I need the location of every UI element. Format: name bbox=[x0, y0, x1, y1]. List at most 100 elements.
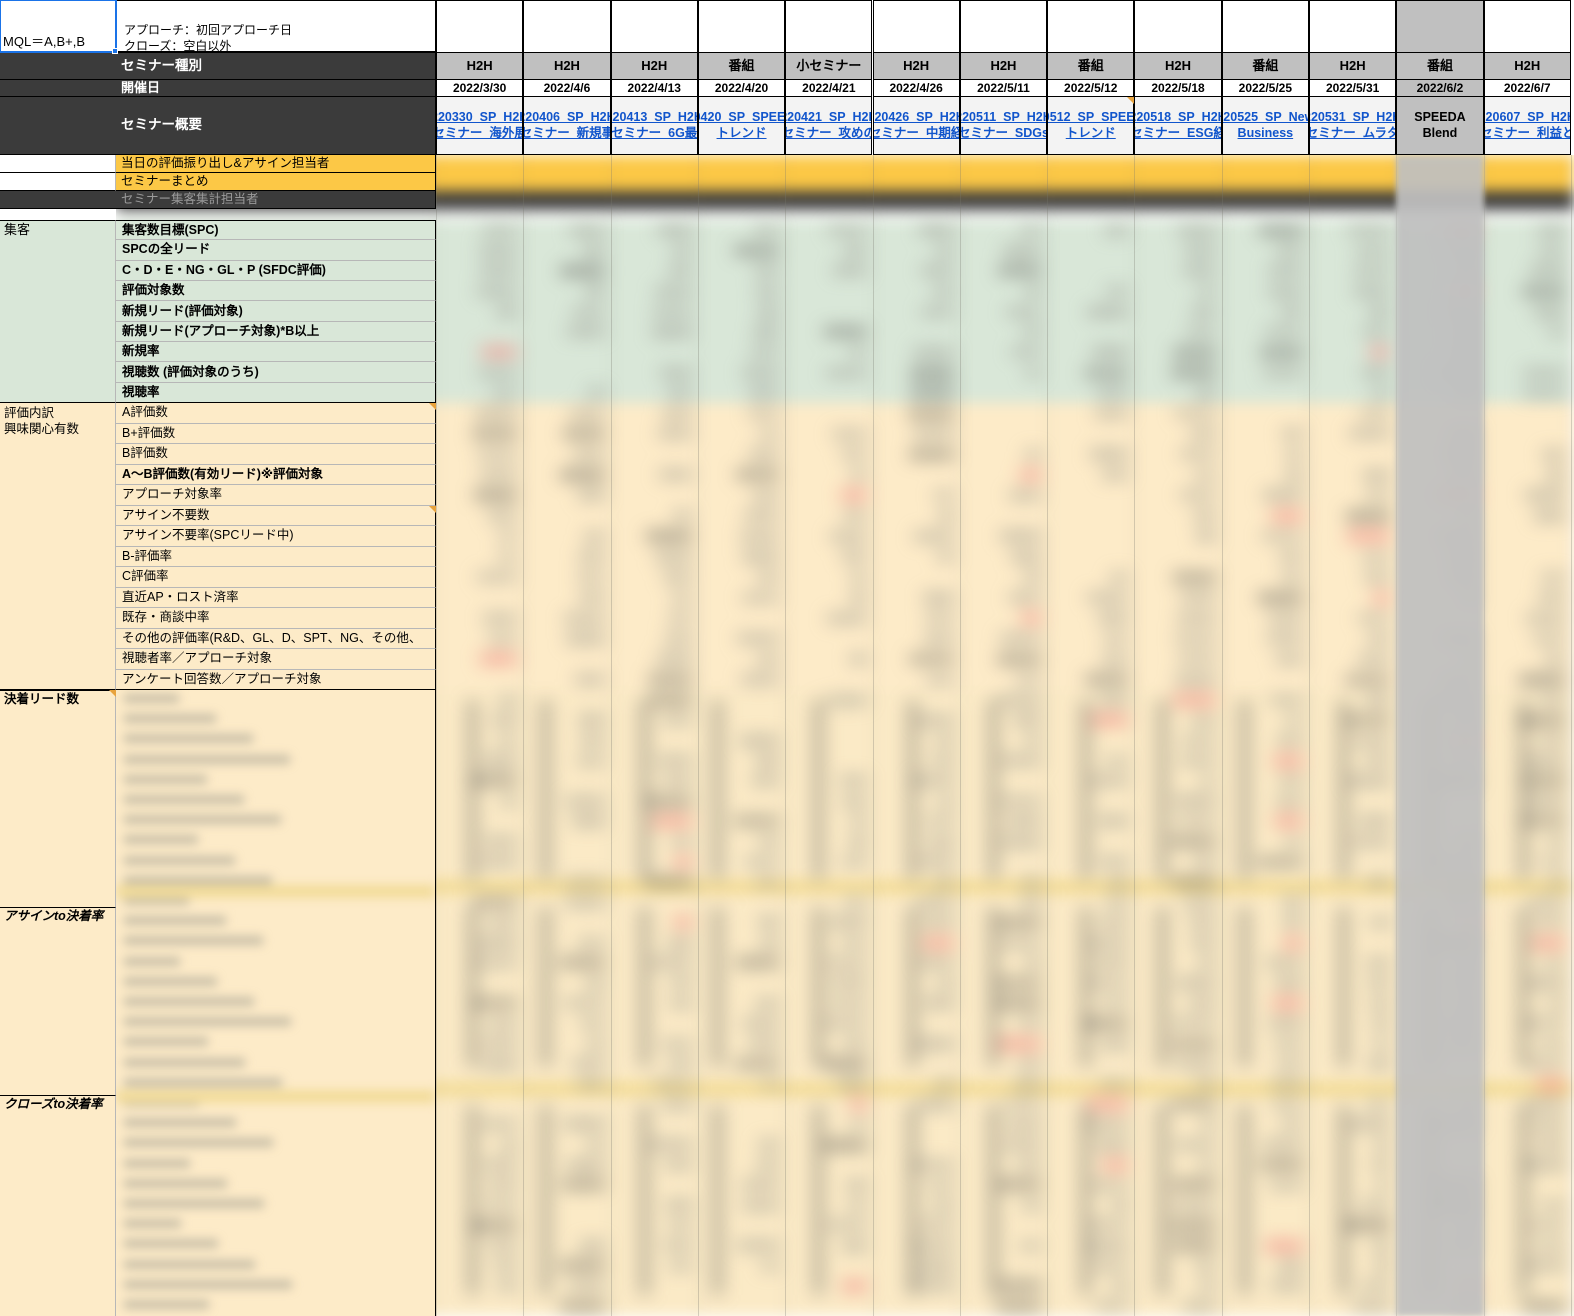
rowlabel-orange-9: C評価率 bbox=[116, 567, 436, 588]
column-held-date-7: 2022/5/11 bbox=[959, 80, 1048, 97]
rowlabel-green-8: 視聴数 (評価対象のうち) bbox=[116, 362, 436, 383]
column-seminar-outline-4[interactable]: 220420_SP_SPEEDAトレンド bbox=[697, 97, 786, 155]
rowlabel-green-2: SPCの全リード bbox=[116, 240, 436, 261]
column-top-blank-4 bbox=[697, 0, 786, 52]
rowlabel-orange-3: B評価数 bbox=[116, 444, 436, 465]
column-top-blank-11 bbox=[1309, 0, 1397, 52]
column-seminar-type-11: H2H bbox=[1309, 52, 1397, 80]
active-cell-value: MQL＝A,B+,B bbox=[3, 34, 85, 50]
column-seminar-outline-1[interactable]: 220330_SP_H2Hセミナー_海外展 bbox=[436, 97, 524, 155]
column-held-date-3: 2022/4/13 bbox=[610, 80, 698, 97]
column-top-blank-13 bbox=[1483, 0, 1571, 52]
rowlabel-orange-7: アサイン不要率(SPCリード中) bbox=[116, 526, 436, 547]
column-gridline bbox=[610, 155, 612, 1316]
blurred-rowlabels-bottom bbox=[116, 690, 436, 1316]
section-label-4: クローズto決着率 bbox=[0, 1095, 116, 1316]
section-blank-type bbox=[0, 52, 116, 80]
column-seminar-type-7: H2H bbox=[959, 52, 1048, 80]
column-seminar-outline-6[interactable]: 220426_SP_H2Hセミナー_中期経 bbox=[872, 97, 960, 155]
section-label-hyoka-uchiwake: 評価内訳 興味関心有数 bbox=[0, 403, 116, 690]
column-seminar-type-6: H2H bbox=[872, 52, 960, 80]
rowlabel-green-1: 集客数目標(SPC) bbox=[116, 220, 436, 241]
column-seminar-type-5: 小セミナー bbox=[785, 52, 873, 80]
column-seminar-outline-10[interactable]: 220525_SP_New Business bbox=[1221, 97, 1309, 155]
column-held-date-2: 2022/4/6 bbox=[523, 80, 611, 97]
column-held-date-8: 2022/5/12 bbox=[1047, 80, 1135, 97]
column-held-date-10: 2022/5/25 bbox=[1221, 80, 1309, 97]
column-gridline bbox=[697, 155, 699, 1316]
column-gridline bbox=[1483, 155, 1485, 1316]
comment-indicator[interactable] bbox=[429, 403, 436, 410]
column-top-blank-3 bbox=[610, 0, 698, 52]
column-top-blank-7 bbox=[959, 0, 1048, 52]
column-seminar-type-3: H2H bbox=[610, 52, 698, 80]
column-held-date-5: 2022/4/21 bbox=[785, 80, 873, 97]
column-seminar-outline-11[interactable]: 220531_SP_H2Hセミナー_ムラタ bbox=[1309, 97, 1397, 155]
section-label-shukyaku: 集客 bbox=[0, 220, 116, 404]
column-gridline bbox=[436, 155, 437, 1316]
rowlabel-held-date: 開催日 bbox=[116, 80, 436, 97]
rowlabel-green-6: 新規リード(アプローチ対象)*B以上 bbox=[116, 321, 436, 343]
rowlabel-orange-6: アサイン不要数 bbox=[116, 505, 436, 526]
column-top-blank-2 bbox=[523, 0, 611, 52]
column-top-blank-6 bbox=[872, 0, 960, 52]
column-seminar-type-4: 番組 bbox=[697, 52, 786, 80]
rowlabel-orange-2: B+評価数 bbox=[116, 423, 436, 444]
rowlabel-assignee-3: セミナー集客集計担当者 bbox=[116, 191, 436, 209]
rowlabel-orange-11: 既存・商談中率 bbox=[116, 608, 436, 629]
column-seminar-outline-2[interactable]: 220406_SP_H2Hセミナー_新規事 bbox=[523, 97, 611, 155]
column-seminar-type-12: 番組 bbox=[1396, 52, 1484, 80]
column-seminar-outline-8[interactable]: 220512_SP_SPEEDAトレンド bbox=[1047, 97, 1135, 155]
rowlabel-green-9: 視聴率 bbox=[116, 382, 436, 404]
column-gridline bbox=[959, 155, 961, 1316]
rowlabel-orange-1: A評価数 bbox=[116, 403, 436, 424]
column-held-date-9: 2022/5/18 bbox=[1134, 80, 1222, 97]
column-top-blank-1 bbox=[436, 0, 524, 52]
comment-indicator[interactable] bbox=[1127, 97, 1135, 104]
selection-handle[interactable] bbox=[112, 48, 118, 54]
column-seminar-type-10: 番組 bbox=[1221, 52, 1309, 80]
active-cell-mql[interactable]: MQL＝A,B+,B bbox=[0, 0, 117, 53]
column-held-date-13: 2022/6/7 bbox=[1483, 80, 1571, 97]
comment-indicator[interactable] bbox=[429, 505, 436, 513]
section-label-3: アサインto決着率 bbox=[0, 907, 116, 1095]
column-seminar-outline-3[interactable]: 220413_SP_H2Hセミナー_6G最 bbox=[610, 97, 698, 155]
column-seminar-type-13: H2H bbox=[1483, 52, 1571, 80]
column-gridline bbox=[1047, 155, 1049, 1316]
rowlabel-assignee-2: セミナーまとめ bbox=[116, 173, 436, 191]
column-held-date-4: 2022/4/20 bbox=[697, 80, 786, 97]
rowlabel-assignee-1: 当日の評価振り出し&アサイン担当者 bbox=[116, 155, 436, 173]
column-seminar-type-9: H2H bbox=[1134, 52, 1222, 80]
column-gridline bbox=[1134, 155, 1136, 1316]
column-top-blank-9 bbox=[1134, 0, 1222, 52]
column-held-date-1: 2022/3/30 bbox=[436, 80, 524, 97]
section-blank-outline bbox=[0, 97, 116, 155]
column-seminar-outline-9[interactable]: 220518_SP_H2Hセミナー_ESG経 bbox=[1134, 97, 1222, 155]
column-gridline bbox=[1570, 155, 1572, 1316]
column-top-blank-5 bbox=[785, 0, 873, 52]
section-blank-assignee-3 bbox=[0, 191, 116, 209]
rowlabel-green-5: 新規リード(評価対象) bbox=[116, 301, 436, 322]
column-top-blank-8 bbox=[1047, 0, 1135, 52]
column-gridline bbox=[1309, 155, 1310, 1316]
rowlabel-seminar-type: セミナー種別 bbox=[116, 52, 436, 80]
column-top-blank-10 bbox=[1221, 0, 1309, 52]
rowlabel-orange-5: アプローチ対象率 bbox=[116, 485, 436, 506]
comment-indicator[interactable] bbox=[109, 690, 116, 697]
column-seminar-outline-13[interactable]: 220607_SP_H2Hセミナー_利益と bbox=[1483, 97, 1571, 155]
column-seminar-outline-5[interactable]: 220421_SP_H2Hセミナー_攻めの bbox=[785, 97, 873, 155]
rowlabel-orange-8: B-評価率 bbox=[116, 546, 436, 567]
spreadsheet-grid[interactable]: MQL＝A,B+,B アプローチ：初回アプローチ日 クローズ：空白以外 決着：断… bbox=[0, 0, 1574, 1316]
column-seminar-type-8: 番組 bbox=[1047, 52, 1135, 80]
rowlabel-green-7: 新規率 bbox=[116, 342, 436, 363]
grey-column-overlay bbox=[1396, 155, 1484, 1316]
column-gridline bbox=[523, 155, 525, 1316]
section-blank-assignee-1 bbox=[0, 155, 116, 173]
section-blank-date bbox=[0, 80, 116, 97]
column-seminar-type-2: H2H bbox=[523, 52, 611, 80]
rowlabel-seminar-outline: セミナー概要 bbox=[116, 97, 436, 155]
column-held-date-6: 2022/4/26 bbox=[872, 80, 960, 97]
rowlabel-green-4: 評価対象数 bbox=[116, 281, 436, 302]
column-seminar-outline-7[interactable]: 220511_SP_H2Hセミナー_SDGs bbox=[959, 97, 1048, 155]
column-held-date-12: 2022/6/2 bbox=[1396, 80, 1484, 97]
